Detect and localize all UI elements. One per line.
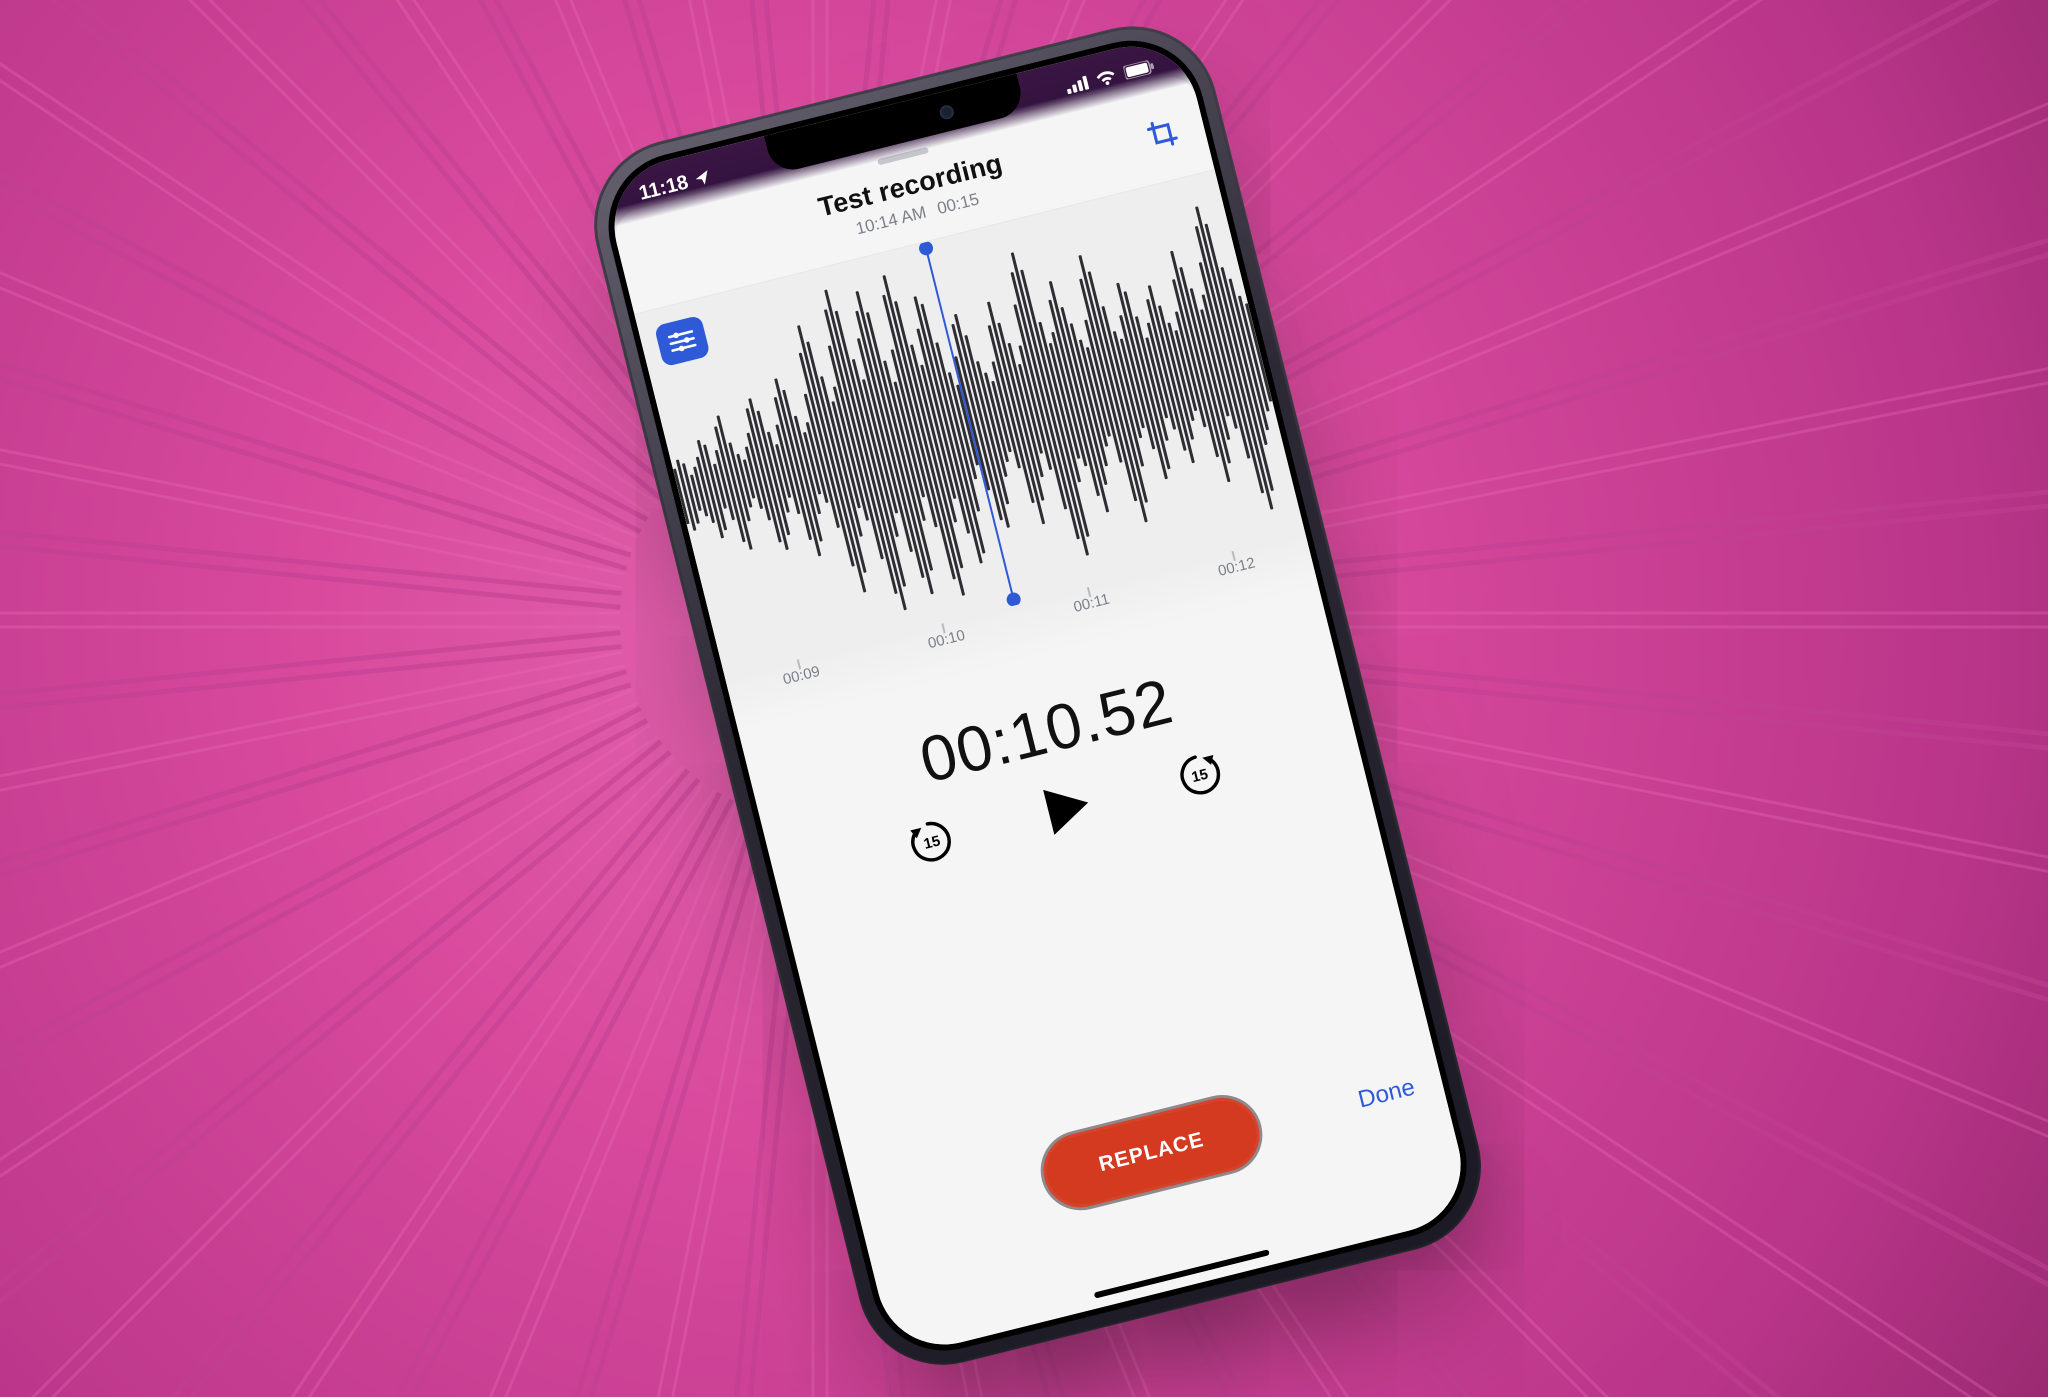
battery-icon bbox=[1123, 59, 1155, 80]
play-button[interactable] bbox=[1030, 773, 1100, 843]
svg-text:15: 15 bbox=[922, 833, 942, 853]
waveform-bar bbox=[663, 489, 671, 509]
forward-15-button[interactable]: 15 bbox=[1169, 744, 1230, 805]
location-arrow-icon bbox=[692, 167, 714, 189]
svg-text:15: 15 bbox=[1190, 766, 1210, 786]
sheet-footer: REPLACE Done bbox=[851, 1039, 1452, 1265]
wifi-icon bbox=[1094, 67, 1119, 88]
rewind-15-icon: 15 bbox=[901, 811, 962, 872]
status-time: 11:18 bbox=[637, 170, 691, 204]
rewind-15-button[interactable]: 15 bbox=[901, 811, 962, 872]
crop-icon bbox=[1144, 115, 1180, 151]
waveform-bar bbox=[666, 482, 676, 513]
sliders-icon bbox=[666, 326, 699, 356]
done-button[interactable]: Done bbox=[1355, 1073, 1417, 1114]
forward-15-icon: 15 bbox=[1169, 744, 1230, 805]
cellular-signal-icon bbox=[1065, 75, 1090, 94]
play-icon bbox=[1030, 773, 1100, 843]
replace-button[interactable]: REPLACE bbox=[1032, 1086, 1271, 1218]
